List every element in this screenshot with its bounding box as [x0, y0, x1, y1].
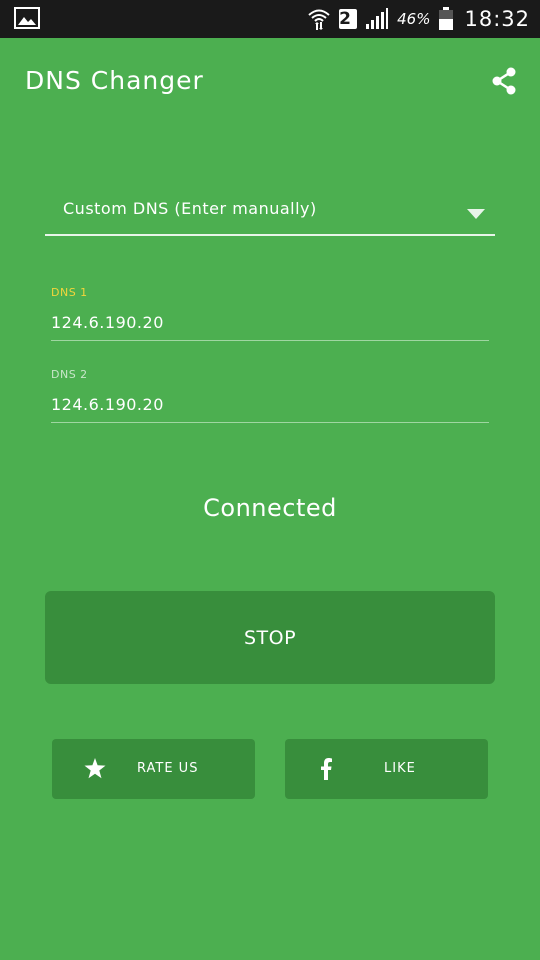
caret-down-icon [467, 204, 485, 223]
dns-provider-selected: Custom DNS (Enter manually) [63, 199, 317, 218]
sim-slot-badge: 2 [339, 9, 358, 29]
share-icon [492, 67, 516, 95]
dns1-field: DNS 1 [51, 286, 489, 341]
rate-us-button[interactable]: RATE US [52, 739, 255, 799]
dns2-label: DNS 2 [51, 368, 88, 381]
dns1-label: DNS 1 [51, 286, 88, 299]
battery-icon [438, 7, 454, 31]
stop-button[interactable]: STOP [45, 591, 495, 684]
signal-icon [365, 8, 389, 30]
like-label: LIKE [384, 761, 416, 776]
share-button[interactable] [491, 67, 517, 95]
dns2-input[interactable] [51, 395, 489, 423]
star-icon [84, 758, 106, 783]
dns-provider-dropdown[interactable]: Custom DNS (Enter manually) [45, 188, 495, 236]
like-button[interactable]: LIKE [285, 739, 488, 799]
wifi-icon [307, 6, 331, 32]
connection-status: Connected [203, 494, 337, 522]
dns1-input[interactable] [51, 313, 489, 341]
facebook-icon [320, 758, 332, 784]
status-bar: 2 46% 18:32 [0, 0, 540, 38]
gallery-icon [14, 7, 40, 33]
app-title: DNS Changer [25, 66, 204, 95]
dns2-field: DNS 2 [51, 368, 489, 423]
battery-percent: 46% [397, 10, 431, 28]
clock: 18:32 [464, 7, 530, 31]
status-icons: 2 46% 18:32 [299, 0, 530, 38]
rate-us-label: RATE US [137, 761, 199, 776]
